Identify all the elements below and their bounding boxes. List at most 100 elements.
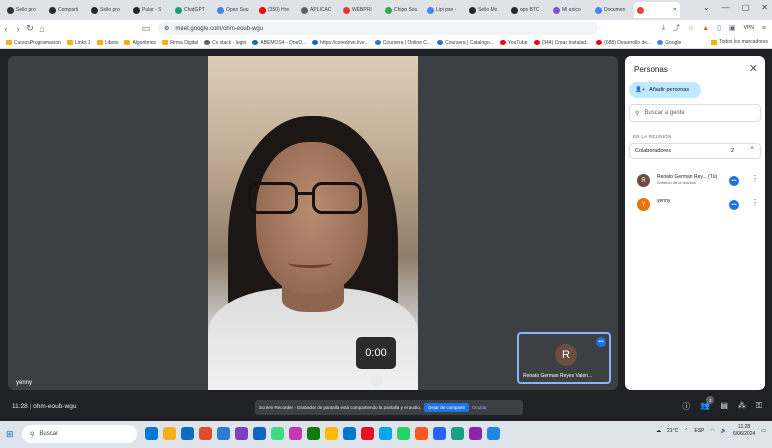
bookmark-item[interactable]: (688) Desarrollo de... [596,40,651,46]
star-icon[interactable]: ☆ [688,24,694,32]
vpn-button[interactable]: VPN [744,25,754,31]
bookmark-item[interactable]: https://coredrive.live... [312,40,369,46]
windows-start-icon[interactable]: ⊞ [6,429,14,440]
taskbar-app-icon[interactable] [235,427,248,440]
taskbar-clock[interactable]: 11:28 6/06/2024 [733,424,755,438]
browser-tab[interactable]: ChatGPT [172,2,213,18]
browser-tab[interactable]: Sello pro [88,2,129,18]
bookmark-item[interactable]: Algoritmos [124,40,156,46]
taskbar-app-icon[interactable] [451,427,464,440]
download-icon[interactable]: ⤓ [662,24,665,32]
bookmark-item[interactable]: Links 1 [66,40,91,46]
browser-tab[interactable]: Comparti [46,2,87,18]
browser-tab[interactable]: Lipi pse - [424,2,465,18]
info-icon[interactable]: ⓘ [682,401,690,412]
participant-row[interactable]: Yyenny ••• ⋮ [629,195,761,215]
bookmark-item[interactable]: Coursera | Online C... [374,40,431,46]
taskbar-app-icon[interactable] [163,427,176,440]
taskbar-app-icon[interactable] [181,427,194,440]
more-options-icon[interactable]: ••• [596,337,606,347]
taskbar-app-icon[interactable] [469,427,482,440]
menu-icon[interactable]: ≡ [762,25,766,32]
browser-tab[interactable]: Mi unico [550,2,591,18]
chevron-up-icon[interactable]: ⌃ [749,146,755,154]
add-people-button[interactable]: 👤+ Añadir personas [629,82,701,98]
stop-sharing-button[interactable]: Dejar de compartir [424,403,470,412]
taskbar-app-icon[interactable] [343,427,356,440]
browser-tab[interactable]: (350) Hre [256,2,297,18]
url-bar[interactable]: ⚙ meet.google.com/ohm-eoub-wgu [158,22,598,35]
taskbar-app-icon[interactable] [487,427,500,440]
wallet-icon[interactable]: ▣ [729,24,736,32]
bookmark-item[interactable]: Libros [96,40,118,46]
site-info-icon[interactable]: ⚙ [164,25,169,32]
all-bookmarks[interactable]: Todos los marcadores [711,39,768,45]
active-tab-meet[interactable]: ✕ [634,2,680,18]
browser-tab[interactable]: APLICAC [298,2,339,18]
bookmark-item[interactable]: Firma Digital [162,40,198,46]
taskbar-app-icon[interactable] [145,427,158,440]
close-panel-icon[interactable]: ✕ [749,62,758,75]
taskbar-app-icon[interactable] [217,427,230,440]
back-icon[interactable]: ‹ [0,24,12,34]
brave-icon[interactable]: ▲ [702,25,709,32]
forward-icon[interactable]: › [12,24,24,34]
bookmark-page-icon[interactable]: ▭ [140,23,152,34]
taskbar-app-icon[interactable] [379,427,392,440]
home-icon[interactable]: ⌂ [36,24,48,34]
sidebar-icon[interactable]: ▯ [717,24,721,32]
close-window-icon[interactable]: ✕ [761,3,768,12]
bookmark-item[interactable]: YouTube [499,40,528,46]
bookmark-item[interactable]: CursosProgramacion [6,40,61,46]
close-tab-icon[interactable]: ✕ [673,7,677,13]
tray-expand-icon[interactable]: ⌃ [684,428,688,434]
taskbar-app-icon[interactable] [199,427,212,440]
hide-banner-button[interactable]: Ocultar [472,405,487,410]
bookmark-item[interactable]: Cv stack - login [204,40,246,46]
taskbar-app-icon[interactable] [361,427,374,440]
taskbar-search[interactable]: ⚲ Buscar [22,425,137,443]
browser-tab[interactable]: Sello pro [4,2,45,18]
browser-tab[interactable]: WEBPRI [340,2,381,18]
chat-icon[interactable]: ▤ [720,401,728,412]
taskbar-app-icon[interactable] [307,427,320,440]
minimize-icon[interactable]: — [722,3,730,12]
browser-tab[interactable]: ops BTC [508,2,549,18]
browser-tab[interactable]: Pular - S [130,2,171,18]
bookmark-item[interactable]: (344) Crear Instalad... [533,40,590,46]
taskbar-app-icon[interactable] [289,427,302,440]
wifi-icon[interactable]: ◠ [710,428,714,434]
activities-icon[interactable]: ⁂ [738,401,746,412]
bookmark-item[interactable]: Google [657,40,681,46]
more-vert-icon[interactable]: ⋮ [751,174,759,183]
tab-search-icon[interactable]: ⌄ [703,3,710,12]
taskbar-app-icon[interactable] [325,427,338,440]
search-people-input[interactable]: ⚲ Buscar a gente [629,104,761,122]
timer-handle[interactable] [371,375,383,387]
browser-tab[interactable]: Documen [592,2,633,18]
people-icon[interactable]: 👥 2 [700,396,715,412]
taskbar-app-icon[interactable] [397,427,410,440]
volume-icon[interactable]: 🔈 [721,428,727,434]
bookmark-item[interactable]: ABEMOS4 - OneD... [252,40,306,46]
browser-tab[interactable]: Chipo Sou [382,2,423,18]
share-icon[interactable]: ⤴ [673,23,680,33]
bookmark-item[interactable]: Coursera | Catalogo... [437,40,494,46]
host-controls-icon[interactable]: ⚿ [756,401,762,412]
self-video-tile[interactable]: ••• R Renato German Reyes Valen... [517,332,611,384]
reload-icon[interactable]: ↻ [24,23,36,34]
taskbar-app-icon[interactable] [253,427,266,440]
browser-tab[interactable]: Open Sou [214,2,255,18]
browser-tab[interactable]: Sello Mo [466,2,507,18]
weather-icon[interactable]: ☁ [656,428,661,434]
notifications-icon[interactable]: ▭ [761,428,766,434]
maximize-icon[interactable]: ▢ [742,3,750,12]
language-indicator[interactable]: ESP [694,428,704,434]
collaborators-group[interactable]: Colaboradores 2 ⌃ [629,143,761,159]
participant-row[interactable]: R Renato German Rey... (Tú) Anfitrión de l… [629,171,761,191]
tab-favicon-icon [385,6,392,14]
taskbar-app-icon[interactable] [271,427,284,440]
taskbar-app-icon[interactable] [433,427,446,440]
taskbar-app-icon[interactable] [415,427,428,440]
more-vert-icon[interactable]: ⋮ [751,198,759,207]
